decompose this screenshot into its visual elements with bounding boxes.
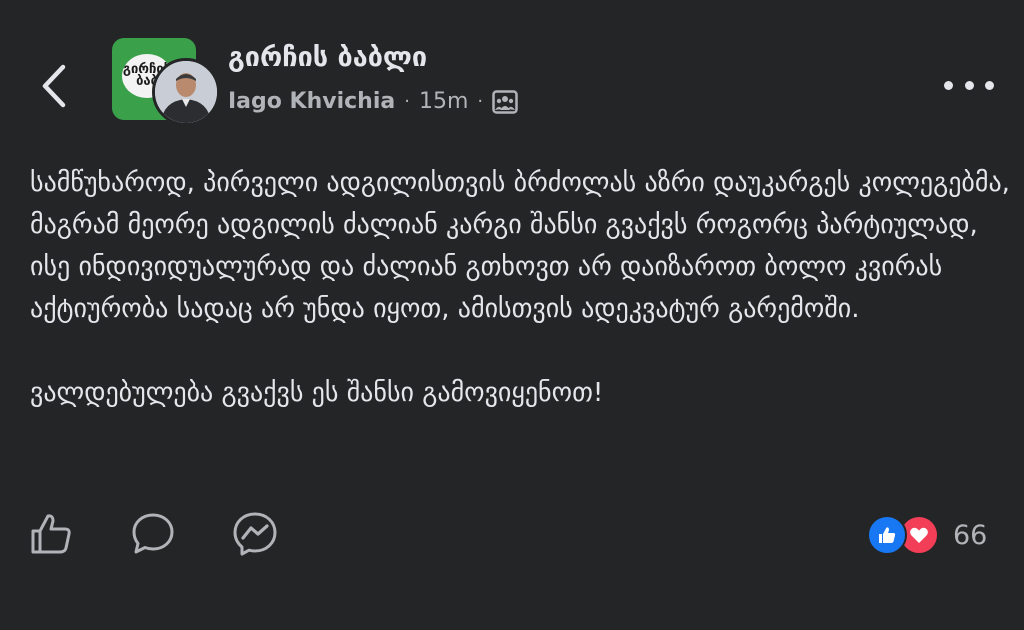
group-audience-icon	[492, 89, 518, 114]
author-avatar[interactable]	[152, 58, 220, 126]
post-meta: Iago Khvichia · 15m ·	[228, 89, 518, 114]
post-paragraph: ვალდებულება გვაქვს ეს შანსი გამოვიყენოთ!	[30, 378, 604, 408]
reactions-summary[interactable]: 66	[867, 515, 987, 555]
meta-separator: ·	[404, 91, 410, 112]
more-dots-icon	[964, 80, 974, 90]
comment-bubble-icon	[132, 513, 174, 554]
more-dots-icon	[944, 80, 953, 90]
person-photo-icon	[155, 61, 217, 123]
post-header: გირჩის ბაბ გირჩის ბაბლი Iago Khvichia · …	[0, 0, 1024, 150]
group-name[interactable]: გირჩის ბაბლი	[228, 42, 427, 73]
thumbs-up-icon	[31, 514, 71, 554]
chevron-left-icon	[42, 64, 66, 108]
meta-separator: ·	[477, 91, 484, 112]
author-name[interactable]: Iago Khvichia	[228, 89, 395, 114]
post-body: სამწუხაროდ, პირველი ადგილისთვის ბრძოლას …	[30, 162, 1010, 414]
post-paragraph: სამწუხაროდ, პირველი ადგილისთვის ბრძოლას …	[30, 168, 1010, 324]
messenger-icon	[233, 512, 277, 556]
share-messenger-button[interactable]	[226, 505, 284, 563]
more-dots-icon	[985, 80, 994, 90]
post-time[interactable]: 15m	[419, 89, 468, 114]
back-button[interactable]	[28, 60, 80, 112]
like-button[interactable]	[22, 505, 80, 563]
like-reaction-icon	[867, 515, 907, 555]
more-options-button[interactable]	[944, 68, 994, 102]
comment-button[interactable]	[124, 505, 182, 563]
reaction-count: 66	[953, 519, 988, 551]
